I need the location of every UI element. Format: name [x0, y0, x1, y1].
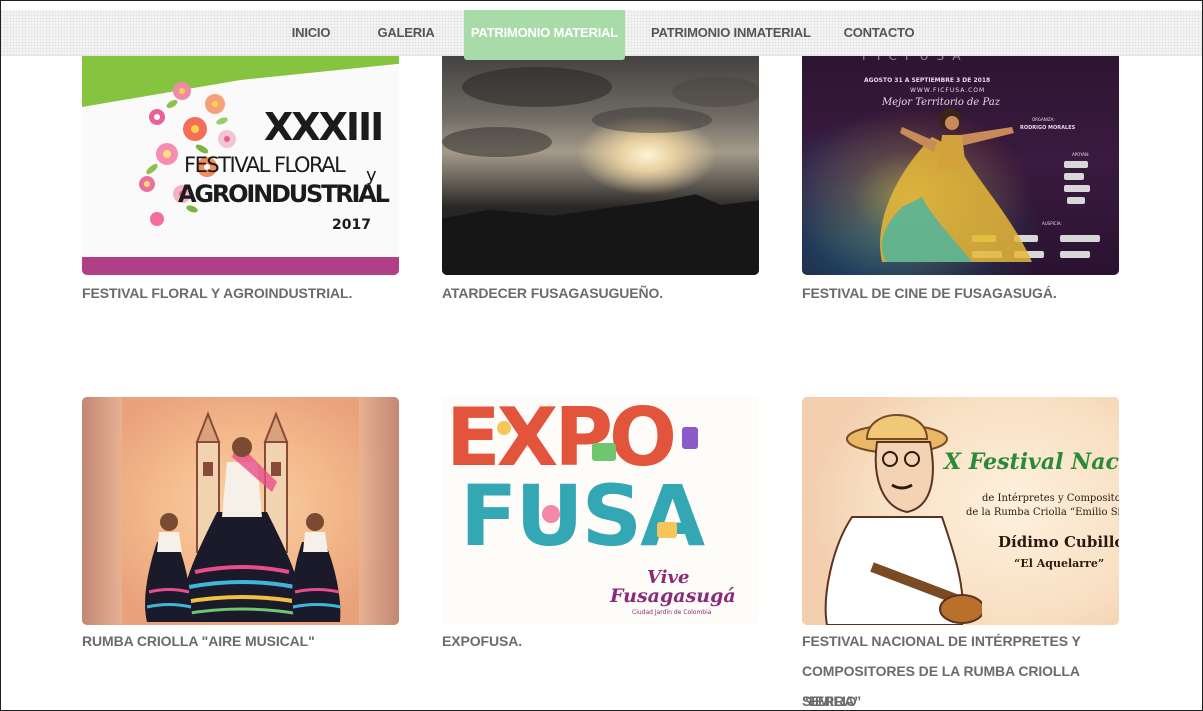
nav-item-patrimonio-inmaterial[interactable]: PATRIMONIO INMATERIAL — [651, 10, 811, 55]
floral-edition-text: XXXIII — [264, 105, 384, 149]
gallery-image-festival-nacional[interactable]: X Festival Nacional de Intérpretes y Com… — [802, 397, 1119, 625]
gallery-caption[interactable]: EXPOFUSA. — [442, 626, 772, 656]
gallery-caption[interactable]: FESTIVAL FLORAL Y AGROINDUSTRIAL. — [82, 278, 412, 308]
sierra-sub2: de la Rumba Criolla “Emilio Sierra” — [966, 507, 1119, 518]
gallery-caption[interactable]: ATARDECER FUSAGASUGUEÑO. — [442, 278, 772, 308]
floral-year: 2017 — [332, 217, 371, 233]
gallery-image-festival-cine[interactable]: FICFUSA AGOSTO 31 A SEPTIEMBRE 3 DE 2018… — [802, 47, 1119, 275]
sierra-sub1: de Intérpretes y Compositores — [982, 493, 1119, 504]
sierra-artist-name: Dídimo Cubillos — [998, 533, 1119, 551]
sierra-title: X Festival Nacional — [944, 449, 1119, 475]
nav-item-contacto[interactable]: CONTACTO — [839, 10, 919, 55]
gallery-caption-line1[interactable]: FESTIVAL NACIONAL DE INTÉRPRETES Y — [802, 626, 1132, 656]
nav-item-galeria[interactable]: GALERIA — [373, 10, 439, 55]
musician-illustration — [824, 414, 982, 625]
main-navbar: INICIO GALERIA PATRIMONIO MATERIAL PATRI… — [1, 10, 1202, 60]
floral-title-line1: FESTIVAL FLORAL — [184, 153, 346, 177]
nav-item-patrimonio-material[interactable]: PATRIMONIO MATERIAL — [464, 10, 625, 60]
gallery-image-rumba-criolla[interactable] — [82, 397, 399, 625]
gallery-image-expofusa[interactable]: EXPO FUSA Vive Fusagasugá Ciudad Jardín … — [442, 397, 759, 625]
magenta-strip — [82, 257, 399, 275]
dancer-illustration — [880, 108, 1032, 262]
sierra-artist-alias: “El Aquelarre” — [1014, 557, 1105, 570]
gallery-caption-line3[interactable]: SIERRA” — [802, 686, 1132, 710]
gallery-image-festival-floral[interactable]: XXXIII FESTIVAL FLORAL y AGROINDUSTRIAL … — [82, 47, 399, 275]
silhouette-hills — [442, 194, 759, 275]
gallery-caption[interactable]: RUMBA CRIOLLA "AIRE MUSICAL" — [82, 626, 412, 656]
cine-support-label: APOYAN: — [1072, 152, 1090, 157]
nav-item-inicio[interactable]: INICIO — [281, 10, 341, 55]
gallery-image-atardecer[interactable] — [442, 47, 759, 275]
floral-title-line2: AGROINDUSTRIAL — [178, 180, 390, 208]
gallery-caption[interactable]: FESTIVAL DE CINE DE FUSAGASUGÁ. — [802, 278, 1132, 308]
expo-tagline: Ciudad Jardín de Colombia — [632, 609, 712, 616]
dancers-illustration — [145, 411, 342, 622]
page-frame: INICIO GALERIA PATRIMONIO MATERIAL PATRI… — [0, 0, 1203, 711]
expo-script-fusagasuga: Fusagasugá — [610, 585, 736, 607]
cine-dates-text: AGOSTO 31 A SEPTIEMBRE 3 DE 2018 — [864, 77, 991, 84]
cine-site-text: WWW.FICFUSA.COM — [910, 87, 986, 94]
